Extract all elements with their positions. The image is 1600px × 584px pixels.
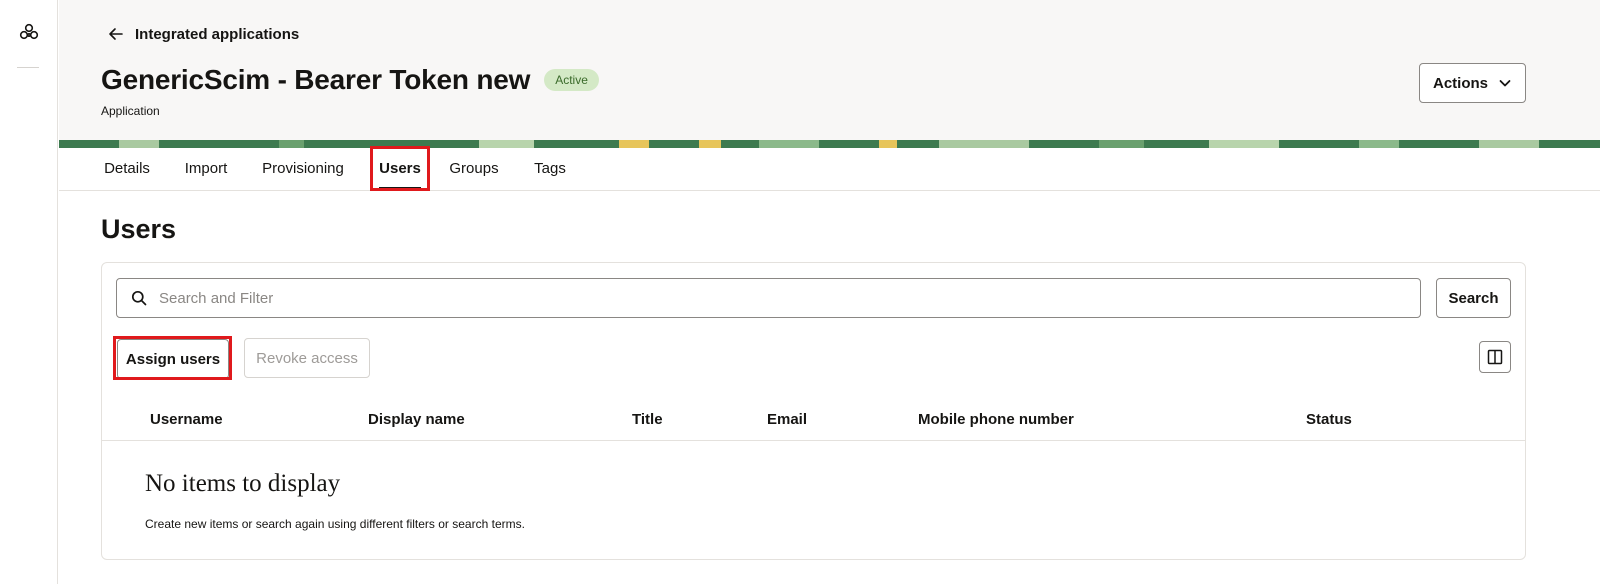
nav-rail [0, 0, 58, 584]
tab-import[interactable]: Import [175, 148, 237, 190]
tab-users[interactable]: Users [371, 148, 429, 190]
manage-columns-button[interactable] [1479, 341, 1511, 373]
page-subtitle: Application [101, 104, 160, 118]
assign-users-button[interactable]: Assign users [117, 339, 229, 379]
empty-state-title: No items to display [145, 470, 341, 497]
users-panel: Search Assign users Revoke access Userna… [101, 262, 1526, 560]
column-header-email[interactable]: Email [767, 399, 807, 441]
column-header-mobile-phone[interactable]: Mobile phone number [918, 399, 1074, 441]
page-title: GenericScim - Bearer Token new [101, 64, 531, 95]
chevron-down-icon [1499, 80, 1511, 87]
tab-provisioning[interactable]: Provisioning [253, 148, 353, 190]
search-input[interactable] [159, 289, 1359, 307]
status-badge: Active [544, 69, 599, 91]
table-header: Username Display name Title Email Mobile… [102, 399, 1525, 441]
page-header: Integrated applications GenericScim - Be… [59, 0, 1600, 140]
rail-divider [17, 67, 39, 68]
column-header-display-name[interactable]: Display name [368, 399, 465, 441]
column-header-status[interactable]: Status [1306, 399, 1352, 441]
search-icon [131, 290, 147, 306]
actions-button[interactable]: Actions [1419, 63, 1526, 103]
tab-bar: Details Import Provisioning Users Groups… [59, 148, 1600, 191]
revoke-access-button[interactable]: Revoke access [244, 338, 370, 378]
tab-tags[interactable]: Tags [523, 148, 577, 190]
actions-button-label: Actions [1432, 74, 1488, 92]
arrow-left-icon [109, 28, 123, 40]
tab-groups[interactable]: Groups [443, 148, 505, 190]
title-row: GenericScim - Bearer Token new Active [101, 64, 599, 96]
search-field[interactable] [116, 278, 1421, 318]
back-link[interactable]: Integrated applications [107, 22, 299, 46]
column-header-title[interactable]: Title [632, 399, 663, 441]
column-header-username[interactable]: Username [150, 399, 223, 441]
section-title: Users [101, 214, 177, 244]
empty-state-description: Create new items or search again using d… [145, 517, 525, 531]
columns-icon [1487, 349, 1503, 365]
back-link-label: Integrated applications [135, 25, 300, 43]
tab-details[interactable]: Details [93, 148, 161, 190]
oracle-hub-icon[interactable] [18, 22, 40, 44]
search-button[interactable]: Search [1436, 278, 1511, 318]
header-banner [59, 140, 1600, 148]
